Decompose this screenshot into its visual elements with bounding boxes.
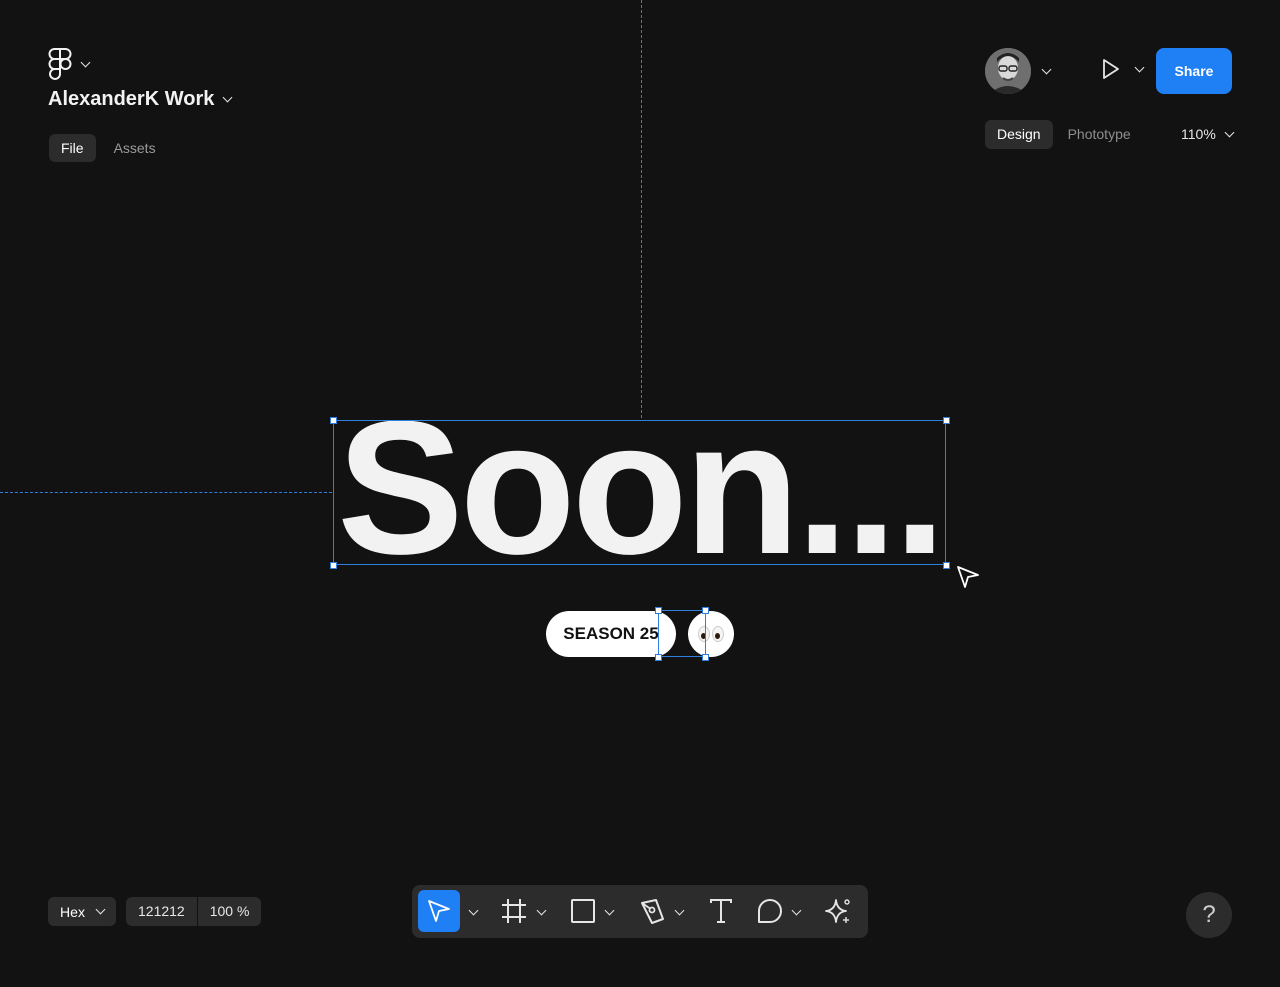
comment-tool-button[interactable] (756, 890, 784, 932)
zoom-level: 110% (1181, 126, 1216, 142)
file-name: AlexanderK Work (48, 88, 215, 110)
bottom-toolbar (412, 885, 868, 938)
spacing-selection-box (658, 610, 706, 657)
resize-handle-top-right[interactable] (702, 607, 709, 614)
pen-nib-icon (641, 899, 664, 924)
text-t-icon (710, 899, 732, 923)
frame-tool-button[interactable] (500, 890, 528, 932)
chevron-down-icon (80, 57, 91, 67)
ai-tool-button[interactable] (824, 890, 852, 932)
shape-tool-button[interactable] (569, 890, 597, 932)
tab-prototype[interactable]: Phototype (1056, 120, 1143, 149)
chevron-down-icon[interactable] (604, 905, 615, 916)
move-tool-button[interactable] (418, 890, 460, 932)
file-tabs: File Assets (49, 134, 168, 162)
resize-handle-top-left[interactable] (330, 417, 337, 424)
pen-tool-button[interactable] (638, 890, 666, 932)
chevron-down-icon (1134, 62, 1145, 72)
hex-input[interactable]: 121212 (126, 897, 197, 926)
resize-handle-bottom-left[interactable] (330, 562, 337, 569)
frame-hash-icon (502, 899, 526, 923)
user-menu[interactable] (985, 48, 1052, 94)
text-tool-button[interactable] (707, 890, 735, 932)
chevron-down-icon (222, 92, 233, 103)
share-button[interactable]: Share (1156, 48, 1232, 94)
move-arrow-icon (428, 900, 450, 922)
season-pill[interactable]: SEASON 25 (546, 611, 676, 657)
figma-logo-icon (48, 48, 72, 80)
resize-handle-bottom-right[interactable] (943, 562, 950, 569)
color-format-select[interactable]: Hex (48, 897, 116, 926)
main-menu-button[interactable] (48, 47, 94, 81)
present-button[interactable] (1100, 58, 1145, 80)
chevron-down-icon[interactable] (791, 905, 802, 916)
selection-box (333, 420, 946, 565)
tab-assets[interactable]: Assets (102, 134, 168, 162)
tab-design[interactable]: Design (985, 120, 1053, 149)
color-format-label: Hex (60, 903, 85, 920)
help-button[interactable]: ? (1186, 892, 1232, 938)
chevron-down-icon[interactable] (468, 905, 479, 916)
avatar (985, 48, 1031, 94)
sparkle-icon (825, 899, 850, 923)
play-icon (1103, 59, 1119, 79)
horizontal-guide (0, 492, 332, 493)
chevron-down-icon[interactable] (536, 905, 547, 916)
resize-handle-top-left[interactable] (655, 607, 662, 614)
zoom-menu[interactable]: 110% (1181, 120, 1235, 149)
cursor-arrow-icon (957, 566, 979, 588)
rectangle-icon (571, 899, 595, 923)
color-value-field: 121212 100 % (126, 897, 262, 926)
mode-tabs: Design Phototype (985, 120, 1143, 149)
file-name-menu[interactable]: AlexanderK Work (48, 88, 233, 111)
resize-handle-bottom-left[interactable] (655, 654, 662, 661)
tab-file[interactable]: File (49, 134, 96, 162)
resize-handle-bottom-right[interactable] (702, 654, 709, 661)
eyes-emoji-icon (712, 626, 724, 642)
chevron-down-icon (1041, 64, 1052, 74)
comment-bubble-icon (758, 899, 782, 923)
user-photo-icon (985, 48, 1031, 94)
chevron-down-icon[interactable] (674, 905, 685, 916)
chevron-down-icon (1224, 127, 1235, 138)
vertical-guide (641, 0, 642, 418)
resize-handle-top-right[interactable] (943, 417, 950, 424)
chevron-down-icon (95, 904, 106, 915)
opacity-input[interactable]: 100 % (198, 897, 262, 926)
